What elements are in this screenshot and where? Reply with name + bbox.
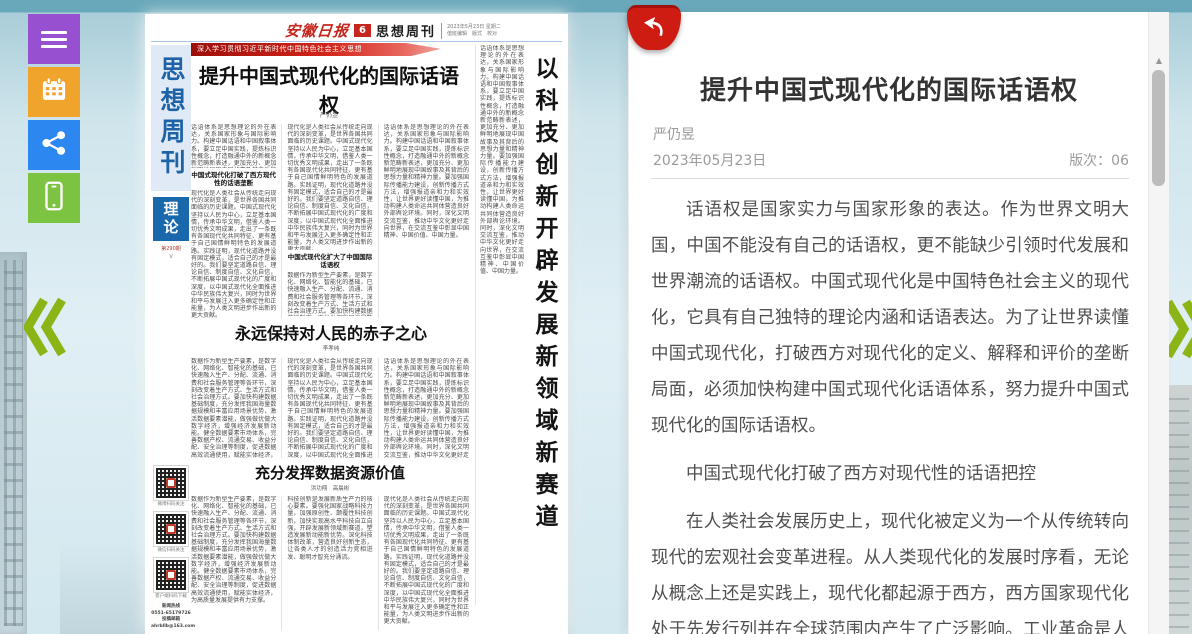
second-article-headline[interactable]: 永远保持对人民的赤子之心 xyxy=(205,320,457,344)
masthead-date: 2023年5月23日 星期二 xyxy=(447,24,501,30)
page-number-badge: 6 xyxy=(354,24,371,37)
vertical-headline[interactable]: 以科技创新开辟发展新领域新赛道 xyxy=(525,56,563,586)
share-button[interactable] xyxy=(28,120,80,170)
second-article-columns: 数据作为新型生产要素，是数字化、网络化、智能化的基础，已快速融入生产、分配、流通… xyxy=(191,358,469,458)
qr-code xyxy=(154,558,188,592)
news-column: 现代化是人类社会从传统走向现代的深刻变革，是世界各国共同面临的历史课题。中国式现… xyxy=(281,124,372,318)
section-title: 思想周刊 xyxy=(376,21,436,40)
third-article-authors: 洪功翔 高晨彬 xyxy=(191,484,469,492)
contact-line: 投稿邮箱 xyxy=(162,617,180,622)
qr-caption: 微博扫码关注 xyxy=(151,501,191,507)
article-author: 严仍昱 xyxy=(653,124,695,144)
article-paragraph: 话语权是国家实力与国家形象的表达。作为世界文明大国，中国不能没有自己的话语权，更… xyxy=(651,192,1129,444)
article-title: 提升中国式现代化的国际话语权 xyxy=(649,70,1129,107)
column-text: 现代化是人类社会从传统走向现代的深刻变革，是世界各国共同面临的历史课题。中国式现… xyxy=(384,496,469,626)
column-text: 话语体系是思想理论的外在表达，关系国家形象与国际影响力。构建中国话语和中国叙事体… xyxy=(384,124,469,239)
article-body: 话语权是国家实力与国家形象的表达。作为世界文明大国，中国不能没有自己的话语权，更… xyxy=(651,180,1129,634)
qr-caption: 客户端扫码下载 xyxy=(151,593,191,599)
lead-article-columns: 话语体系是思想理论的外在表达，关系国家形象与国际影响力。构建中国话语和中国叙事体… xyxy=(191,124,469,318)
contact-info: 新闻热线 0551-65179726 投稿邮箱 ahrbllb@163.com xyxy=(151,604,191,630)
chevron-down-icon: ∨ xyxy=(153,252,189,260)
news-column: 话语体系是思想理论的外在表达，关系国家形象与国际影响力。构建中国话语和中国叙事体… xyxy=(378,124,469,318)
menu-button[interactable] xyxy=(28,14,80,64)
news-column: 话语体系是思想理论的外在表达，关系国家形象与国际影响力。构建中国话语和中国叙事体… xyxy=(191,124,276,318)
contact-line: 0551-65179726 xyxy=(151,611,190,616)
article-subheading: 中国式现代化打破了西方对现代性的话语把控 xyxy=(651,456,1129,492)
theme-ribbon: 深入学习贯彻习近平新时代中国特色社会主义思想 xyxy=(191,43,441,56)
newspaper-masthead: 安徽日报 6 思想周刊 2023年5月23日 星期二 值班编辑 版式 校对 xyxy=(285,20,501,41)
background-building-right xyxy=(1166,385,1192,634)
article-reading-panel: 提升中国式现代化的国际话语权 严仍昱 2023年05月23日 版次：06 话语权… xyxy=(628,12,1169,634)
masthead-meta: 2023年5月23日 星期二 值班编辑 版式 校对 xyxy=(447,24,501,38)
rail-issue-number: 第290期 xyxy=(153,245,189,252)
calendar-icon xyxy=(40,76,68,108)
second-article-author: 李孝纯 xyxy=(205,344,457,352)
column-text: 数据作为新型生产要素，是数字化、网络化、智能化的基础，已快速融入生产、分配、流通… xyxy=(191,496,276,604)
masthead-staff: 值班编辑 版式 校对 xyxy=(447,31,497,37)
masthead-divider xyxy=(441,23,442,39)
right-news-column: 话语体系是思想理论的外在表达，关系国家形象与国际影响力。构建中国话语和中国叙事体… xyxy=(475,45,524,605)
mobile-app-button[interactable] xyxy=(28,173,80,223)
third-article-headline[interactable]: 充分发挥数据资源价值 xyxy=(191,462,469,483)
article-paragraph: 在人类社会发展历史上，现代化被定义为一个从传统转向现代的宏观社会变革进程。从人类… xyxy=(651,504,1129,634)
column-text: 数据作为新型生产要素，是数字化、网络化、智能化的基础，已快速融入生产、分配、流通… xyxy=(191,358,276,458)
section-rail: 思想周刊 xyxy=(151,45,191,191)
undo-arrow-icon xyxy=(640,15,668,43)
column-subhead: 中国式现代化扩大了中国国际话语权 xyxy=(287,253,372,269)
lead-article-author: 严仍昱 xyxy=(193,110,465,119)
smartphone-icon xyxy=(41,181,67,215)
vertical-headline-text: 以科技创新开辟发展新领域新赛道 xyxy=(527,56,561,586)
third-article-columns: 数据作为新型生产要素，是数字化、网络化、智能化的基础，已快速融入生产、分配、流通… xyxy=(191,496,469,630)
column-text: 现代化是人类社会从传统走向现代的深刻变革，是世界各国共同面临的历史课题。中国式现… xyxy=(287,124,372,250)
article-meta-row: 2023年05月23日 版次：06 xyxy=(653,150,1129,170)
column-text: 话语体系是思想理论的外在表达，关系国家形象与国际影响力。构建中国话语和中国叙事体… xyxy=(480,45,524,276)
qr-code xyxy=(154,512,188,546)
scrollbar-thumb[interactable] xyxy=(1152,70,1165,186)
share-icon xyxy=(41,130,67,160)
previous-page-button[interactable] xyxy=(24,296,66,362)
hamburger-icon xyxy=(41,27,67,52)
newspaper-page-thumbnail[interactable]: 安徽日报 6 思想周刊 2023年5月23日 星期二 值班编辑 版式 校对 思想… xyxy=(145,14,568,634)
double-chevron-left-icon xyxy=(24,343,66,362)
column-subhead: 中国式现代化打破了西方现代性的话语垄断 xyxy=(191,171,276,187)
column-text: 现代化是人类社会从传统走向现代的深刻变革，是世界各国共同面临的历史课题。中国式现… xyxy=(191,190,276,318)
qr-code-rail: 微博扫码关注 微信扫码关注 客户端扫码下载 新闻热线 0551-65179726… xyxy=(151,466,191,630)
article-date: 2023年05月23日 xyxy=(653,150,766,170)
panel-scrollbar[interactable]: ▲ xyxy=(1148,12,1169,634)
column-text: 现代化是人类社会从传统走向现代的深刻变革，是世界各国共同面临的历史课题。中国式现… xyxy=(287,358,372,458)
meta-divider xyxy=(651,178,1129,179)
triangle-up-icon[interactable]: ▲ xyxy=(1149,56,1169,65)
qr-caption: 微信扫码关注 xyxy=(151,547,191,553)
rail-category-label: 理论 xyxy=(161,201,182,237)
column-text: 话语体系是思想理论的外在表达，关系国家形象与国际影响力。构建中国话语和中国叙事体… xyxy=(384,358,469,458)
side-toolbar xyxy=(28,14,80,226)
qr-code xyxy=(154,466,188,500)
rail-category-box: 理论 xyxy=(153,197,189,241)
background-skyline-haze xyxy=(60,540,150,634)
background-building-left xyxy=(0,252,27,634)
newspaper-brand: 安徽日报 xyxy=(284,20,350,41)
edition-label: 版次：06 xyxy=(1069,150,1129,170)
rail-title: 思想周刊 xyxy=(153,56,189,180)
column-text: 科技创新是发展新质生产力的核心要素。要强化国家战略科技力量，加强原创性、颠覆性科… xyxy=(287,496,372,561)
masthead-rule xyxy=(151,41,562,42)
contact-line: ahrbllb@163.com xyxy=(151,624,195,629)
calendar-button[interactable] xyxy=(28,67,80,117)
app-window: 安徽日报 6 思想周刊 2023年5月23日 星期二 值班编辑 版式 校对 思想… xyxy=(0,0,1192,634)
column-text: 数据作为新型生产要素，是数字化、网络化、智能化的基础，已快速融入生产、分配、流通… xyxy=(287,272,372,316)
contact-line: 新闻热线 xyxy=(162,604,180,609)
column-text: 话语体系是思想理论的外在表达，关系国家形象与国际影响力。构建中国话语和中国叙事体… xyxy=(191,124,276,168)
